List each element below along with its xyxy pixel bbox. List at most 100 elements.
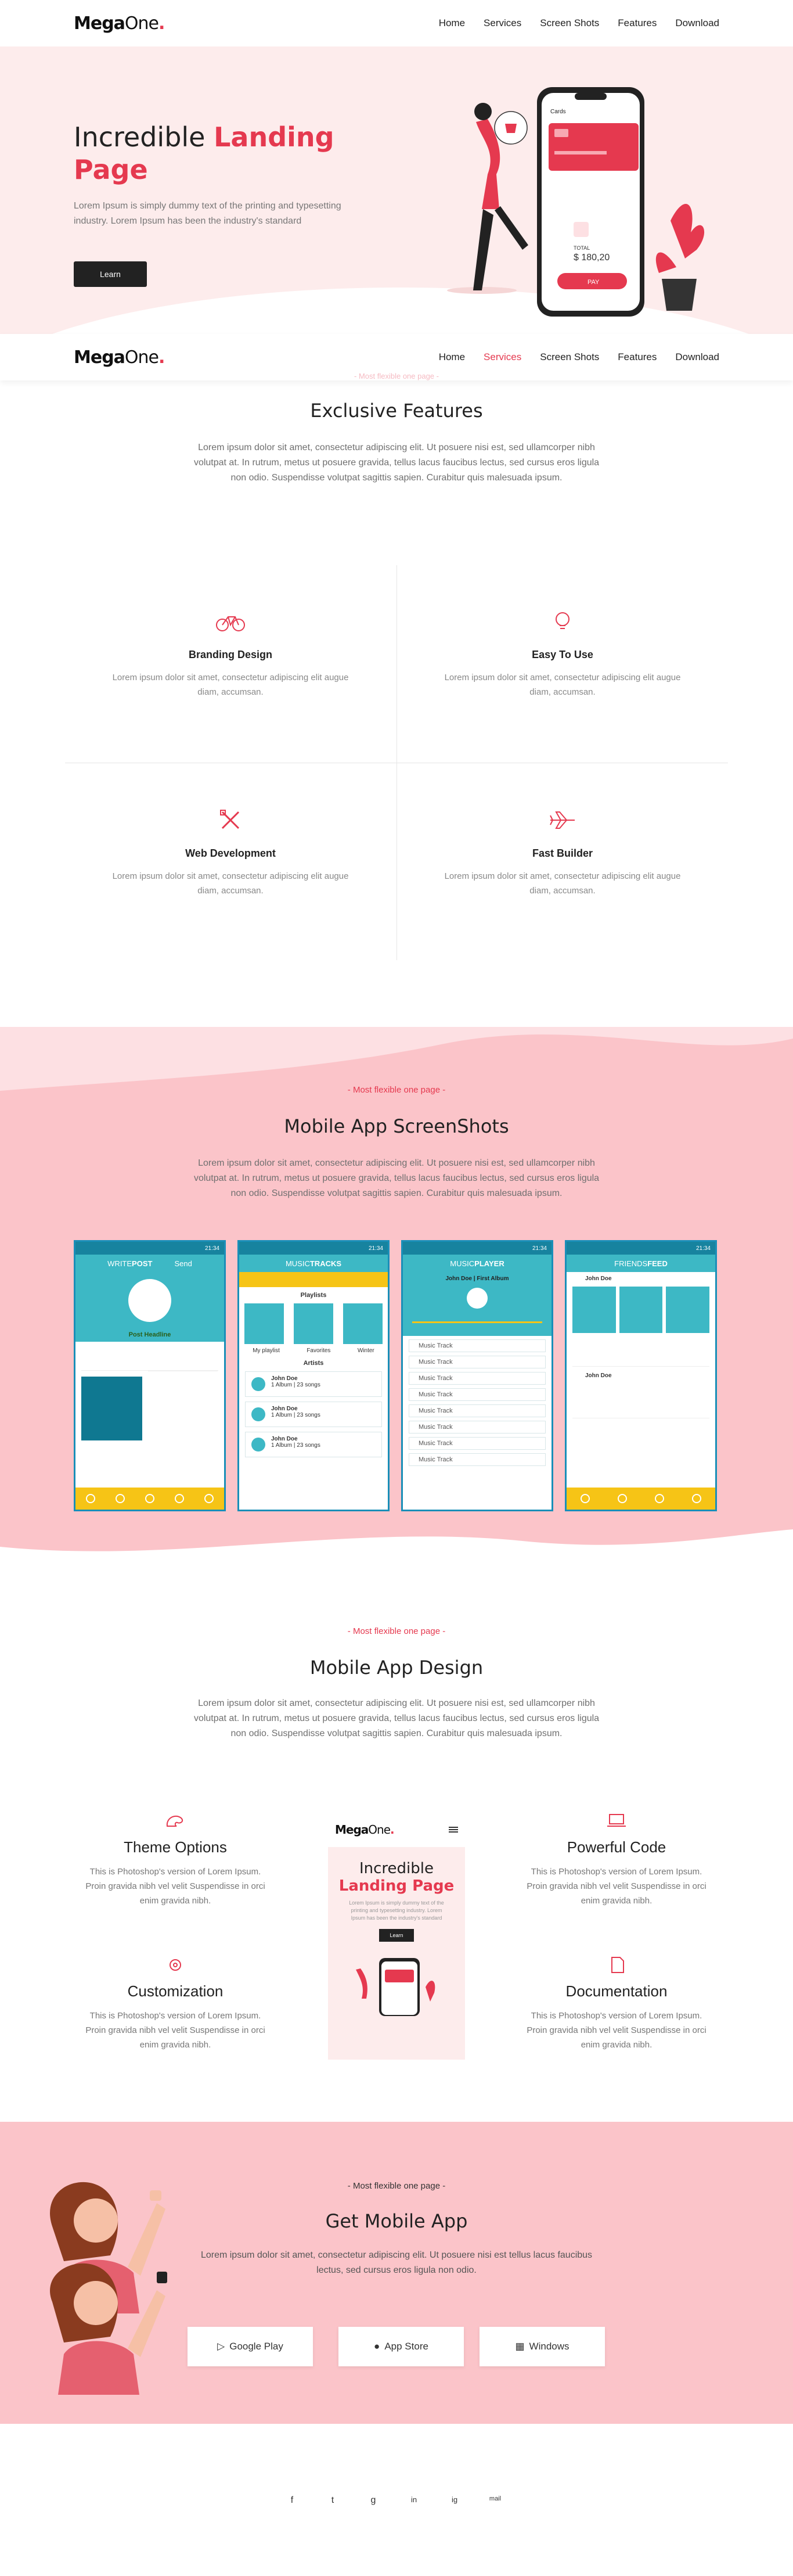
wave-bottom — [0, 1529, 793, 1570]
status-bar: 21:34 — [75, 1242, 224, 1255]
mini-title-b: Landing Page — [338, 1877, 455, 1895]
feed-user: John Doe — [585, 1373, 612, 1379]
mini-title-a: Incredible — [359, 1860, 434, 1877]
phone-screenshot-music-tracks[interactable]: 21:34 MUSIC TRACKS Playlists My playlist… — [237, 1240, 390, 1511]
app-header: WRITE POST Send — [75, 1255, 224, 1272]
windows-button[interactable]: ▦ Windows — [480, 2327, 605, 2366]
progress-bar[interactable] — [412, 1321, 542, 1323]
design-item-customization: Customization This is Photoshop's versio… — [65, 1956, 286, 2052]
phone-screenshot-write-post[interactable]: 21:34 WRITE POST Send Post Headline — [74, 1240, 226, 1511]
app-header: MUSIC TRACKS — [239, 1255, 388, 1272]
windows-icon: ▦ — [515, 2341, 525, 2352]
sticky-nav-services[interactable]: Services — [484, 351, 521, 363]
google-plus-icon[interactable]: g — [365, 2495, 382, 2506]
track-row[interactable]: Music Track — [409, 1339, 546, 1352]
twitter-icon[interactable]: t — [324, 2495, 341, 2506]
sticky-nav-download[interactable]: Download — [675, 351, 719, 363]
laptop-icon — [607, 1814, 626, 1827]
nav-item-services[interactable]: Services — [484, 17, 521, 29]
track-row[interactable]: Music Track — [409, 1421, 546, 1433]
phone-screenshot-friends-feed[interactable]: 21:34 FRIENDS FEED John Doe John Doe — [565, 1240, 717, 1511]
mini-learn-button[interactable]: Learn — [379, 1929, 414, 1942]
download-text: Lorem ipsum dolor sit amet, consectetur … — [200, 2250, 593, 2275]
design-item-title: Customization — [127, 1982, 224, 2000]
feed-images — [572, 1287, 710, 1333]
feature-title: Easy To Use — [532, 649, 593, 660]
playlists-label: Playlists — [300, 1292, 327, 1299]
download-subtitle: - Most flexible one page - — [347, 2181, 446, 2191]
mini-logo: MegaOne. — [335, 1823, 395, 1837]
linkedin-icon[interactable]: in — [405, 2495, 423, 2504]
status-bar: 21:34 — [403, 1242, 552, 1255]
status-bar: 21:34 — [239, 1242, 388, 1255]
hero-illustration: Cards TOTAL $ 180,20 PAY — [447, 87, 705, 317]
track-row[interactable]: Music Track — [409, 1356, 546, 1368]
artist-row[interactable]: John Doe 1 Album | 23 songs — [245, 1371, 382, 1397]
feed-user: John Doe — [585, 1276, 612, 1282]
nav-item-download[interactable]: Download — [675, 17, 719, 29]
screenshots-title: Mobile App ScreenShots — [284, 1115, 509, 1137]
feature-desc: Lorem ipsum dolor sit amet, consectetur … — [112, 673, 349, 697]
hamburger-icon[interactable] — [449, 1827, 458, 1833]
google-play-button[interactable]: ▷ Google Play — [188, 2327, 313, 2366]
post-body — [75, 1342, 224, 1449]
playlist-tabs: My playlist Favorites Winter — [253, 1348, 374, 1354]
mockup-total-value: $ 180,20 — [574, 253, 610, 263]
track-row[interactable]: Music Track — [409, 1453, 546, 1466]
artist-row[interactable]: John Doe 1 Album | 23 songs — [245, 1402, 382, 1427]
main-menu: Home Services Screen Shots Features Down… — [439, 17, 719, 29]
feature-desc: Lorem ipsum dolor sit amet, consectetur … — [444, 871, 681, 896]
hero-title: Incredible Landing Page — [74, 121, 334, 185]
apple-icon: ● — [374, 2341, 380, 2352]
design-item-desc: This is Photoshop's version of Lorem Ips… — [85, 2011, 265, 2050]
post-headline: Post Headline — [128, 1331, 171, 1338]
google-play-icon: ▷ — [217, 2341, 225, 2352]
design-item-title: Documentation — [565, 1982, 668, 2000]
hero-section: Incredible Landing Page Lorem Ipsum is si… — [0, 46, 793, 334]
instagram-icon[interactable]: ig — [446, 2495, 463, 2504]
nav-item-features[interactable]: Features — [618, 17, 657, 29]
track-row[interactable]: Music Track — [409, 1404, 546, 1417]
gear-icon — [170, 1959, 181, 1971]
app-store-button[interactable]: ● App Store — [338, 2327, 464, 2366]
facebook-icon[interactable]: f — [283, 2495, 301, 2506]
sticky-nav-home[interactable]: Home — [439, 351, 465, 363]
document-icon — [611, 1957, 624, 1973]
app-header: MUSIC PLAYER — [403, 1255, 552, 1272]
mockup-total-label: TOTAL — [574, 245, 590, 251]
design-item-powerful-code: Powerful Code This is Photoshop's versio… — [506, 1812, 727, 1908]
track-row[interactable]: Music Track — [409, 1388, 546, 1401]
nav-item-home[interactable]: Home — [439, 17, 465, 29]
nav-item-screenshots[interactable]: Screen Shots — [540, 17, 599, 29]
track-row[interactable]: Music Track — [409, 1372, 546, 1385]
app-header: FRIENDS FEED — [567, 1255, 715, 1272]
feature-webdev: Web Development Lorem ipsum dolor sit am… — [65, 809, 396, 898]
mail-icon[interactable]: mail — [486, 2495, 504, 2502]
learn-button[interactable]: Learn — [74, 261, 147, 287]
design-item-desc: This is Photoshop's version of Lorem Ips… — [527, 1867, 707, 1906]
download-title: Get Mobile App — [325, 2210, 468, 2232]
feed-text — [572, 1338, 709, 1367]
status-bar: 21:34 — [567, 1242, 715, 1255]
design-item-title: Theme Options — [124, 1838, 227, 1856]
brand-logo[interactable]: MegaOne. — [74, 13, 165, 34]
feature-title: Web Development — [185, 847, 276, 859]
track-row[interactable]: Music Track — [409, 1437, 546, 1450]
palette-icon — [166, 1815, 183, 1827]
player-panel: John Doe | First Album — [403, 1272, 552, 1336]
feature-desc: Lorem ipsum dolor sit amet, consectetur … — [444, 673, 681, 697]
sticky-nav-screenshots[interactable]: Screen Shots — [540, 351, 599, 363]
search-bar — [239, 1272, 388, 1287]
brand-logo-sticky[interactable]: MegaOne. — [74, 347, 165, 368]
feature-fastbuilder: Fast Builder Lorem ipsum dolor sit amet,… — [397, 809, 728, 898]
features-text: Lorem ipsum dolor sit amet, consectetur … — [193, 443, 600, 483]
phone-screenshot-music-player[interactable]: 21:34 MUSIC PLAYER John Doe | First Albu… — [401, 1240, 553, 1511]
tools-icon — [220, 810, 240, 829]
mockup-pay-button: PAY — [587, 279, 600, 286]
sticky-nav-features[interactable]: Features — [618, 351, 657, 363]
artist-row[interactable]: John Doe 1 Album | 23 songs — [245, 1432, 382, 1457]
play-icon[interactable] — [467, 1288, 488, 1309]
feature-title: Fast Builder — [532, 847, 593, 859]
mini-site-mockup: MegaOne. Incredible Landing Page Lorem I… — [328, 1812, 465, 2060]
mini-navbar: MegaOne. — [328, 1812, 465, 1847]
